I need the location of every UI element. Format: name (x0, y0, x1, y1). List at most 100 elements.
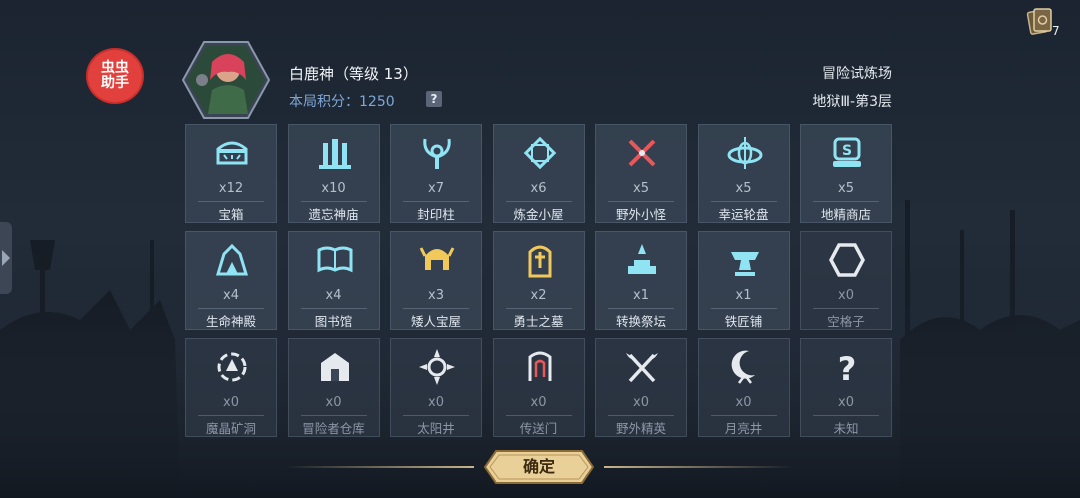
tile-count: x0 (838, 288, 854, 303)
tile-count: x12 (218, 181, 244, 196)
divider-left (284, 466, 474, 468)
event-grid: x12 宝箱 x10 遗忘神庙 x7 封印柱 x6 炼金小屋 x5 野外小怪 x5 幸运轮盘 Sx5 地精… (185, 124, 893, 437)
tile-label: 转换祭坛 (615, 314, 666, 329)
event-tile[interactable]: x0 太阳井 (390, 338, 482, 437)
event-tile[interactable]: x0 月亮井 (697, 338, 790, 437)
hero-avatar[interactable] (182, 40, 270, 120)
altar-icon (628, 244, 656, 274)
wheel-icon (727, 137, 762, 169)
tile-label: 未知 (833, 421, 859, 436)
tile-divider (813, 201, 879, 202)
tile-count: x2 (530, 288, 547, 303)
tile-count: x3 (428, 288, 444, 303)
dwarf-helmet-icon (419, 247, 455, 270)
tile-divider (608, 415, 674, 416)
tile-divider (300, 201, 367, 202)
tile-label: 野外小怪 (615, 207, 666, 222)
tile-divider (300, 415, 367, 416)
event-tile[interactable]: x0 魔晶矿洞 (185, 338, 277, 437)
tile-divider (813, 415, 879, 416)
tile-count: x1 (735, 288, 752, 303)
tile-label: 冒险者仓库 (302, 421, 365, 436)
tile-count: x7 (428, 181, 444, 196)
tile-divider (813, 308, 879, 309)
warehouse-icon (320, 353, 349, 381)
tile-label: 封印柱 (417, 207, 455, 222)
tile-divider (403, 415, 469, 416)
tile-count: x4 (223, 288, 239, 303)
tile-count: x4 (325, 288, 342, 303)
tile-divider (198, 201, 264, 202)
tile-label: 矮人宝屋 (410, 314, 461, 329)
life-shrine-icon (215, 243, 249, 276)
library-icon (317, 246, 352, 273)
tile-label: 宝箱 (218, 207, 244, 222)
tile-label: 铁匠铺 (724, 314, 763, 329)
score-help-button[interactable]: ? (426, 91, 442, 107)
tile-label: 魔晶矿洞 (205, 421, 256, 436)
event-tile[interactable]: x7 封印柱 (390, 124, 482, 223)
tile-divider (710, 201, 777, 202)
event-tile[interactable]: x12 宝箱 (185, 124, 277, 223)
tile-label: 图书馆 (314, 314, 353, 329)
card-deck-icon[interactable] (1026, 6, 1054, 36)
event-tile[interactable]: x0 野外精英 (595, 338, 687, 437)
event-tile[interactable]: x5 野外小怪 (595, 124, 687, 223)
crystal-mine-icon (217, 352, 247, 382)
helper-label: 虫虫 助手 (101, 60, 129, 91)
question-icon: ? (838, 350, 857, 387)
event-tile[interactable]: Sx5 地精商店 (800, 124, 892, 223)
treasure-chest-icon (216, 141, 248, 165)
event-tile[interactable]: x4 图书馆 (287, 231, 380, 330)
tile-count: x0 (838, 395, 854, 410)
tile-label: 遗忘神庙 (308, 207, 359, 222)
event-tile[interactable]: x0 冒险者仓库 (287, 338, 380, 437)
tile-label: 月亮井 (724, 421, 763, 436)
event-tile[interactable]: ? x0 未知 (800, 338, 892, 437)
tile-count: x0 (223, 395, 239, 410)
tile-count: x0 (633, 395, 649, 410)
event-tile[interactable]: x2 勇士之墓 (492, 231, 585, 330)
mode-name: 冒险试炼场 (822, 66, 892, 82)
tile-label: 野外精英 (615, 421, 666, 436)
tile-count: x0 (530, 395, 547, 410)
alchemy-icon (523, 136, 556, 170)
hero-name: 白鹿神（等级 13） (289, 65, 418, 83)
svg-text:?: ? (838, 350, 857, 387)
tile-label: 传送门 (519, 421, 558, 436)
event-tile[interactable]: x10 遗忘神庙 (287, 124, 380, 223)
tile-count: x6 (530, 181, 547, 196)
card-count: 7 (1052, 24, 1060, 38)
tile-count: x0 (325, 395, 342, 410)
shop-icon: S (833, 137, 861, 167)
tile-label: 地精商店 (820, 207, 871, 222)
event-tile[interactable]: x5 幸运轮盘 (697, 124, 790, 223)
tile-label: 空格子 (827, 314, 865, 329)
tile-divider (403, 201, 469, 202)
tile-label: 炼金小屋 (513, 207, 564, 222)
side-drawer-tab[interactable] (0, 222, 12, 294)
tile-count: x0 (428, 395, 444, 410)
event-tile[interactable]: x3 矮人宝屋 (390, 231, 482, 330)
event-tile[interactable]: x1 转换祭坛 (595, 231, 687, 330)
portal-icon (528, 351, 551, 381)
tile-count: x5 (633, 181, 649, 196)
tile-divider (710, 415, 777, 416)
tile-count: x1 (633, 288, 649, 303)
tile-label: 生命神殿 (205, 314, 256, 329)
tile-count: x10 (321, 181, 346, 196)
event-tile[interactable]: x0 空格子 (800, 231, 892, 330)
tile-divider (403, 308, 469, 309)
moon-icon (731, 350, 755, 384)
tile-divider (198, 308, 264, 309)
empty-hexagon-icon (829, 243, 865, 277)
tile-divider (505, 201, 572, 202)
helper-badge[interactable]: 虫虫 助手 (88, 50, 142, 102)
event-tile[interactable]: x6 炼金小屋 (492, 124, 585, 223)
event-tile[interactable]: x4 生命神殿 (185, 231, 277, 330)
event-tile[interactable]: x1 铁匠铺 (697, 231, 790, 330)
tile-divider (505, 415, 572, 416)
floor-label: 地狱Ⅲ-第3层 (812, 94, 892, 110)
event-tile[interactable]: x0 传送门 (492, 338, 585, 437)
sun-icon (419, 349, 455, 385)
